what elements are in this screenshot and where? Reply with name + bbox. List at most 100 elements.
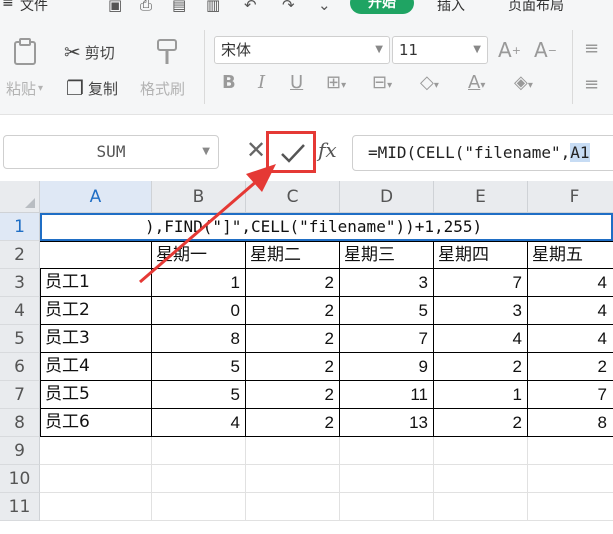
increase-font-icon[interactable]: A + (498, 38, 521, 62)
cell-c11[interactable] (246, 493, 340, 521)
cut-button[interactable]: ✂ 剪切 (64, 40, 115, 64)
cell-d10[interactable] (340, 465, 434, 493)
cell-e2[interactable]: 星期四 (434, 241, 528, 269)
cell-c8[interactable]: 2 (246, 409, 340, 437)
cell-f8[interactable]: 8 (528, 409, 613, 437)
cell-d3[interactable]: 3 (340, 269, 434, 297)
cell-f10[interactable] (528, 465, 613, 493)
format-painter-icon[interactable] (152, 36, 182, 66)
cell-b11[interactable] (152, 493, 246, 521)
cell-b10[interactable] (152, 465, 246, 493)
tab-insert[interactable]: 插入 (437, 0, 465, 15)
cell-b8[interactable]: 4 (152, 409, 246, 437)
cell-e8[interactable]: 2 (434, 409, 528, 437)
cell-e6[interactable]: 2 (434, 353, 528, 381)
cell-e5[interactable]: 4 (434, 325, 528, 353)
name-box[interactable]: SUM ▼ (3, 135, 219, 169)
cell-c2[interactable]: 星期二 (246, 241, 340, 269)
cell-b3[interactable]: 1 (152, 269, 246, 297)
merge-icon[interactable]: ⊟▾ (372, 72, 392, 93)
row-header-11[interactable]: 11 (0, 493, 40, 521)
row-header-6[interactable]: 6 (0, 353, 40, 381)
cell-a3[interactable]: 员工1 (40, 269, 152, 297)
column-header-c[interactable]: C (246, 181, 340, 213)
paste-button[interactable]: 粘贴 ▾ (6, 78, 43, 99)
cell-b9[interactable] (152, 437, 246, 465)
font-size-select[interactable]: 11 ▼ (392, 36, 488, 64)
cell-d4[interactable]: 5 (340, 297, 434, 325)
cell-f9[interactable] (528, 437, 613, 465)
cell-a6[interactable]: 员工4 (40, 353, 152, 381)
row-header-8[interactable]: 8 (0, 409, 40, 437)
cell-e3[interactable]: 7 (434, 269, 528, 297)
format-painter-button[interactable]: 格式刷 (140, 78, 185, 99)
cell-d8[interactable]: 13 (340, 409, 434, 437)
cell-c3[interactable]: 2 (246, 269, 340, 297)
row-header-10[interactable]: 10 (0, 465, 40, 493)
check-icon[interactable] (278, 138, 308, 168)
cell-c7[interactable]: 2 (246, 381, 340, 409)
fill-color-icon[interactable]: ◇▾ (420, 72, 439, 93)
print-icon[interactable]: ▤ (172, 0, 186, 14)
cell-d7[interactable]: 11 (340, 381, 434, 409)
row-header-1[interactable]: 1 (0, 213, 40, 241)
decrease-font-icon[interactable]: A − (534, 38, 557, 62)
cell-d6[interactable]: 9 (340, 353, 434, 381)
paste-icon[interactable] (10, 36, 40, 66)
underline-button[interactable]: U (290, 72, 303, 93)
cell-d5[interactable]: 7 (340, 325, 434, 353)
tab-page-layout[interactable]: 页面布局 (508, 0, 564, 15)
cell-e4[interactable]: 3 (434, 297, 528, 325)
cell-f6[interactable]: 2 (528, 353, 613, 381)
cell-d2[interactable]: 星期三 (340, 241, 434, 269)
cell-c10[interactable] (246, 465, 340, 493)
cell-f11[interactable] (528, 493, 613, 521)
cell-b7[interactable]: 5 (152, 381, 246, 409)
formula-input[interactable]: =MID(CELL("filename",A1 (352, 135, 613, 171)
column-header-b[interactable]: B (152, 181, 246, 213)
cell-b5[interactable]: 8 (152, 325, 246, 353)
cell-f3[interactable]: 4 (528, 269, 613, 297)
menu-icon[interactable]: ≡ (2, 0, 14, 11)
row-header-7[interactable]: 7 (0, 381, 40, 409)
cell-f4[interactable]: 4 (528, 297, 613, 325)
cell-d9[interactable] (340, 437, 434, 465)
cell-d11[interactable] (340, 493, 434, 521)
cell-f7[interactable]: 7 (528, 381, 613, 409)
cell-a5[interactable]: 员工3 (40, 325, 152, 353)
cell-a7[interactable]: 员工5 (40, 381, 152, 409)
cell-e11[interactable] (434, 493, 528, 521)
row-header-4[interactable]: 4 (0, 297, 40, 325)
cell-a10[interactable] (40, 465, 152, 493)
cancel-icon[interactable]: ✕ (246, 136, 266, 164)
italic-button[interactable]: I (258, 72, 265, 93)
column-header-d[interactable]: D (340, 181, 434, 213)
redo-icon[interactable]: ↷ (282, 0, 295, 14)
cell-e7[interactable]: 1 (434, 381, 528, 409)
border-icon[interactable]: ⊞▾ (326, 72, 346, 93)
cell-e10[interactable] (434, 465, 528, 493)
copy-button[interactable]: ❐ 复制 (66, 76, 118, 100)
cell-b4[interactable]: 0 (152, 297, 246, 325)
cell-e9[interactable] (434, 437, 528, 465)
align-bottom-icon[interactable]: ≡ (584, 74, 599, 95)
select-all-corner[interactable] (0, 181, 40, 213)
fx-icon[interactable]: fx (318, 138, 337, 162)
cell-a2[interactable] (40, 241, 152, 269)
file-menu[interactable]: 文件 (20, 0, 48, 15)
cell-b2[interactable]: 星期一 (152, 241, 246, 269)
cell-a8[interactable]: 员工6 (40, 409, 152, 437)
print-preview-icon[interactable]: ▥ (206, 0, 220, 14)
font-name-select[interactable]: 宋体 ▼ (214, 36, 390, 64)
row-header-9[interactable]: 9 (0, 437, 40, 465)
export-pdf-icon[interactable]: ⎙ (140, 0, 152, 14)
cell-b6[interactable]: 5 (152, 353, 246, 381)
cell-a1-editor[interactable]: ),FIND("]",CELL("filename"))+1,255) (40, 213, 613, 241)
tab-start[interactable]: 开始 (350, 0, 414, 14)
cell-c4[interactable]: 2 (246, 297, 340, 325)
column-header-f[interactable]: F (528, 181, 613, 213)
clear-format-icon[interactable]: ◈▾ (514, 72, 533, 93)
column-header-a[interactable]: A (40, 181, 152, 213)
save-icon[interactable]: ▣ (108, 0, 122, 14)
cell-c5[interactable]: 2 (246, 325, 340, 353)
